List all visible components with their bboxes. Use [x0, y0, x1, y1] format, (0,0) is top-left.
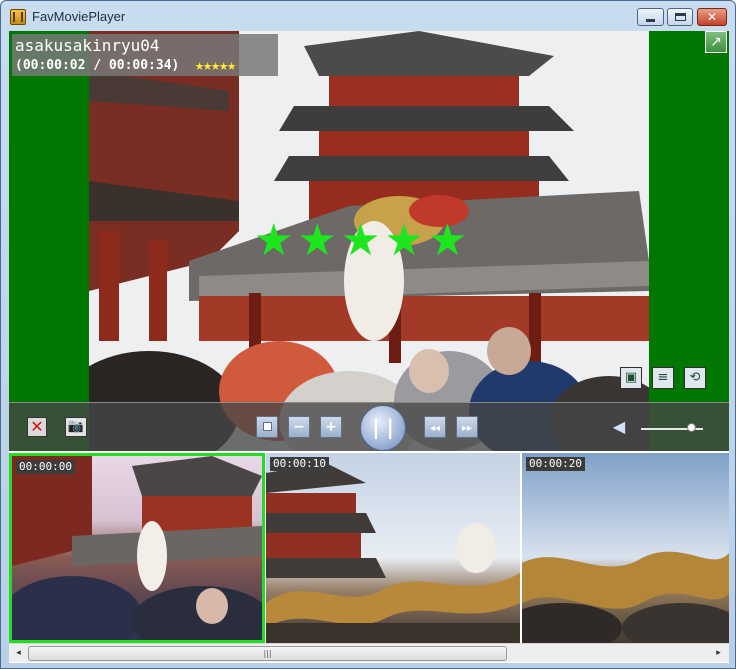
- video-area[interactable]: asakusakinryu04 (00:00:02 / 00:00:34) ★★…: [9, 31, 729, 451]
- horizontal-scrollbar[interactable]: ◂ ||| ▸: [9, 643, 729, 662]
- title-bar[interactable]: FavMoviePlayer ✕: [1, 1, 735, 31]
- app-window: FavMoviePlayer ✕ asakusakinryu04 (00:00:…: [0, 0, 736, 669]
- pause-button[interactable]: | |: [360, 405, 406, 451]
- rewind-icon: ◂◂: [429, 423, 441, 434]
- grip-icon: |||: [263, 649, 272, 658]
- thumbnail-scene: [12, 456, 262, 640]
- client-area: asakusakinryu04 (00:00:02 / 00:00:34) ★★…: [9, 31, 729, 663]
- scrollbar-thumb[interactable]: |||: [28, 646, 507, 661]
- repeat-icon: ⟲: [689, 370, 701, 385]
- delete-button[interactable]: ✕: [27, 417, 47, 437]
- camera-icon: 📷: [67, 419, 85, 434]
- list-icon: ≡: [657, 370, 669, 385]
- window-title: FavMoviePlayer: [32, 9, 126, 24]
- expand-arrow-icon: ↗: [710, 34, 722, 50]
- minimize-button[interactable]: [637, 8, 664, 26]
- thumbnail-item[interactable]: 00:00:20: [522, 453, 729, 643]
- fast-forward-icon: ▸▸: [461, 423, 473, 434]
- thumbnail-strip: 00:00:00 00:00:10 00:00:20: [9, 451, 729, 643]
- thumbnail-image: [12, 456, 262, 640]
- chevron-right-icon: ▸: [716, 648, 721, 658]
- close-icon: ✕: [706, 10, 718, 24]
- scroll-left-button[interactable]: ◂: [11, 646, 26, 660]
- minimize-icon: [646, 18, 655, 22]
- time-display: (00:00:02 / 00:00:34): [15, 58, 180, 73]
- fast-forward-button[interactable]: ▸▸: [456, 416, 478, 438]
- repeat-button[interactable]: ⟲: [684, 367, 706, 389]
- open-file-icon: ▣: [624, 370, 638, 385]
- thumbnail-timestamp: 00:00:20: [526, 457, 585, 471]
- speaker-icon: ◀: [612, 417, 626, 436]
- thumbnail-item[interactable]: 00:00:10: [266, 453, 520, 643]
- thumbnail-timestamp: 00:00:10: [270, 457, 329, 471]
- slower-button[interactable]: −: [288, 416, 310, 438]
- delete-icon: ✕: [30, 417, 44, 436]
- stop-button[interactable]: [256, 416, 278, 438]
- faster-button[interactable]: +: [320, 416, 342, 438]
- large-rating-stars[interactable]: ★★★★★: [254, 219, 471, 263]
- chevron-left-icon: ◂: [16, 648, 21, 658]
- fullscreen-button[interactable]: ↗: [705, 31, 727, 53]
- close-button[interactable]: ✕: [697, 8, 727, 26]
- thumbnail-image: [266, 453, 520, 643]
- stop-icon: [262, 422, 272, 431]
- playlist-button[interactable]: ≡: [652, 367, 674, 389]
- maximize-icon: [674, 13, 686, 21]
- film-icon: [10, 9, 26, 25]
- pause-icon: | |: [372, 415, 394, 439]
- open-folder-button[interactable]: ▣: [620, 367, 642, 389]
- plus-icon: +: [325, 419, 337, 435]
- rewind-button[interactable]: ◂◂: [424, 416, 446, 438]
- snapshot-button[interactable]: 📷: [65, 417, 87, 437]
- small-rating-stars: ★★★★★: [195, 56, 236, 74]
- scroll-right-button[interactable]: ▸: [711, 646, 726, 660]
- thumbnail-image: [522, 453, 729, 643]
- playback-control-bar: ✕ 📷 − + | | ◂◂ ▸▸ ◀: [9, 402, 729, 451]
- thumbnail-scene: [522, 551, 729, 643]
- maximize-button[interactable]: [667, 8, 693, 26]
- minus-icon: −: [293, 419, 305, 435]
- volume-slider-thumb[interactable]: [687, 423, 696, 432]
- thumbnail-item[interactable]: 00:00:00: [9, 453, 265, 643]
- thumbnail-scene: [266, 463, 520, 643]
- video-title: asakusakinryu04: [15, 36, 160, 55]
- video-info-panel: asakusakinryu04 (00:00:02 / 00:00:34) ★★…: [12, 34, 278, 76]
- thumbnail-timestamp: 00:00:00: [16, 460, 75, 474]
- volume-button[interactable]: ◀: [609, 417, 629, 437]
